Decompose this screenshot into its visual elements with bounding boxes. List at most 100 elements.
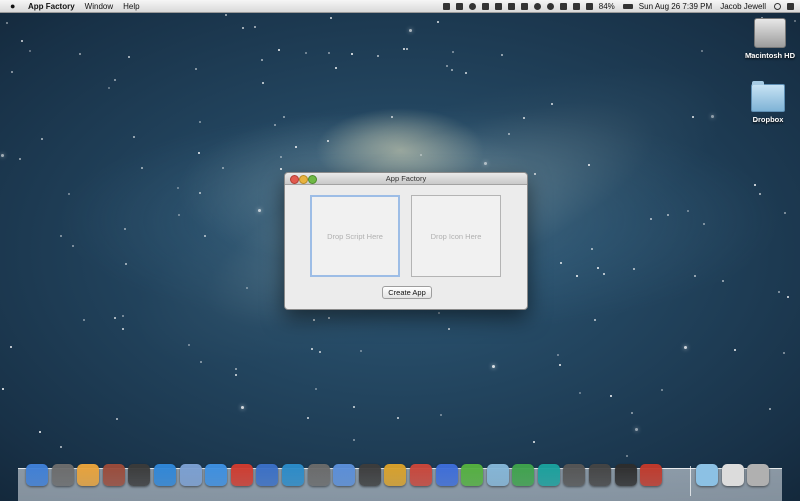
dock-app-icon[interactable] [614, 464, 637, 486]
star [631, 412, 633, 414]
star [591, 248, 593, 250]
dock-app-icon[interactable] [256, 464, 279, 486]
dock-app-icon[interactable] [281, 464, 304, 486]
notification-list-icon[interactable] [787, 2, 794, 10]
icon-drop-zone[interactable]: Drop Icon Here [411, 195, 501, 277]
bluetooth-icon[interactable] [559, 2, 567, 10]
dock-app-icon[interactable] [128, 464, 151, 486]
dock-app-icon[interactable] [640, 464, 663, 486]
sync-icon[interactable] [533, 2, 541, 10]
star [360, 350, 362, 352]
cat-icon[interactable] [442, 2, 450, 10]
star [409, 29, 412, 32]
dock-stack-icon[interactable] [721, 464, 744, 486]
star [783, 352, 785, 354]
star [351, 53, 353, 55]
apple-logo-icon[interactable]: ● [10, 1, 22, 11]
window-title: App Factory [385, 174, 427, 183]
star [278, 49, 280, 51]
star [403, 48, 405, 50]
dock-app-icon[interactable] [230, 464, 253, 486]
close-button[interactable] [290, 175, 299, 184]
timemachine-icon[interactable] [546, 2, 554, 10]
wifi-icon[interactable] [572, 2, 580, 10]
script-drop-zone[interactable]: Drop Script Here [310, 195, 400, 277]
dock-app-icon[interactable] [153, 464, 176, 486]
menu-help[interactable]: Help [123, 2, 139, 11]
star [406, 48, 408, 50]
star [68, 193, 70, 195]
star [204, 235, 206, 237]
star [661, 389, 663, 391]
status-area: 84% Sun Aug 26 7:39 PM Jacob Jewell [442, 2, 794, 11]
bag-icon[interactable] [455, 2, 463, 10]
hard-drive-icon [754, 18, 786, 48]
star [188, 344, 190, 346]
menu-window[interactable]: Window [85, 2, 113, 11]
star [128, 56, 130, 58]
dock-app-icon[interactable] [358, 464, 381, 486]
dock-stack-icon[interactable] [696, 464, 718, 486]
battery-percent[interactable]: 84% [599, 2, 615, 11]
dock-app-icon[interactable] [589, 464, 612, 486]
gamepad-icon[interactable] [481, 2, 489, 10]
star [235, 374, 237, 376]
folder-icon [751, 81, 785, 112]
desktop-icon-label: Macintosh HD [744, 51, 795, 60]
layers-icon[interactable] [494, 2, 502, 10]
volume-icon[interactable] [585, 2, 593, 10]
star [650, 218, 652, 220]
dock-app-icon[interactable] [512, 464, 535, 486]
dock-separator [690, 466, 691, 496]
minimize-button[interactable] [299, 175, 308, 184]
dock-app-icon[interactable] [537, 464, 560, 486]
dock-app-icon[interactable] [179, 464, 202, 486]
dock-app-icon[interactable] [486, 464, 509, 486]
star [452, 51, 454, 53]
bolt-icon[interactable] [520, 2, 528, 10]
dock-app-icon[interactable] [384, 464, 407, 486]
dock-app-icon[interactable] [461, 464, 484, 486]
clock[interactable]: Sun Aug 26 7:39 PM [639, 2, 712, 11]
script-drop-label: Drop Script Here [327, 231, 383, 241]
star [83, 319, 85, 321]
dock-app-icon[interactable] [77, 464, 100, 486]
battery-grid-icon[interactable] [507, 2, 515, 10]
star [295, 146, 297, 148]
spotlight-search-icon[interactable] [774, 2, 781, 10]
star [557, 354, 559, 356]
window-titlebar[interactable]: App Factory [285, 173, 527, 185]
desktop-icon-dropbox[interactable]: Dropbox [736, 81, 800, 124]
star [199, 192, 201, 194]
dock-app-icon[interactable] [409, 464, 432, 486]
star [327, 140, 329, 142]
dock-app-icon[interactable] [307, 464, 330, 486]
star [258, 209, 261, 212]
zoom-button[interactable] [308, 175, 317, 184]
user-name[interactable]: Jacob Jewell [720, 2, 766, 11]
dock-app-icon[interactable] [51, 464, 74, 486]
circle-icon[interactable] [468, 2, 476, 10]
dock-app-icon[interactable] [102, 464, 125, 486]
star [769, 408, 771, 410]
dock-app-icon[interactable] [435, 464, 458, 486]
trash-icon[interactable] [747, 464, 770, 486]
star [377, 55, 379, 57]
star [280, 168, 282, 170]
star [692, 116, 694, 118]
star [722, 280, 724, 282]
star [633, 268, 635, 270]
battery-icon[interactable] [622, 3, 633, 9]
star [703, 223, 705, 225]
star [465, 72, 467, 74]
star [588, 164, 590, 166]
desktop-icon-macintosh-hd[interactable]: Macintosh HD [738, 18, 800, 60]
create-app-button[interactable]: Create App [382, 286, 432, 299]
dock-app-icon[interactable] [205, 464, 228, 486]
menu-app-name[interactable]: App Factory [28, 2, 75, 11]
dock-app-icon[interactable] [333, 464, 356, 486]
star [280, 156, 282, 158]
dock-app-icon[interactable] [26, 464, 48, 486]
dock-app-icon[interactable] [563, 464, 586, 486]
star [122, 328, 124, 330]
